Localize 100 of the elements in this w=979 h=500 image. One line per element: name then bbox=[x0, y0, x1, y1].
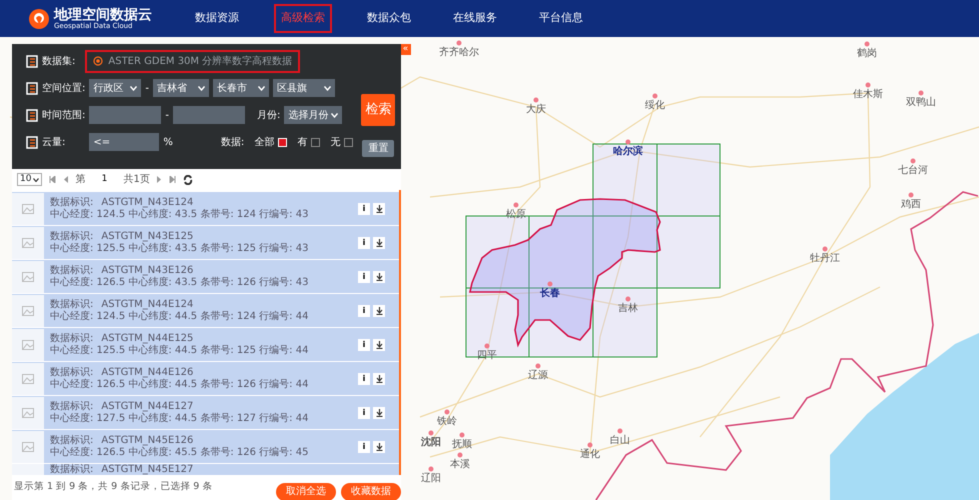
city-marker-icon bbox=[918, 90, 924, 96]
page-label: 第 bbox=[75, 173, 86, 188]
download-button[interactable] bbox=[373, 202, 385, 215]
id-label: 数据标识: bbox=[50, 196, 94, 208]
next-page-icon[interactable] bbox=[156, 176, 162, 184]
download-icon bbox=[376, 272, 382, 281]
download-button[interactable] bbox=[373, 440, 385, 453]
result-row[interactable]: 数据标识: ASTGTM_N44E126 中心经度: 126.5 中心纬度: 44.5 条带号: 126 行编号: 44 i bbox=[12, 362, 399, 396]
end-date-field[interactable] bbox=[172, 106, 245, 124]
calendar-icon bbox=[26, 108, 38, 122]
data-details: 中心经度: 126.5 中心纬度: 43.5 条带号: 126 行编号: 43 bbox=[50, 276, 310, 289]
city-label: 白山 bbox=[610, 435, 630, 446]
data-id: ASTGTM_N44E126 bbox=[101, 366, 194, 378]
image-icon bbox=[22, 306, 34, 316]
separator-text: - bbox=[165, 108, 169, 122]
data-details: 中心经度: 127.5 中心纬度: 44.5 条带号: 127 行编号: 44 bbox=[50, 412, 310, 425]
info-button[interactable]: i bbox=[358, 372, 370, 385]
nav-link[interactable]: 平台信息 bbox=[532, 4, 590, 33]
city-marker-icon bbox=[588, 442, 592, 448]
city-label: 辽源 bbox=[528, 370, 548, 381]
download-button[interactable] bbox=[373, 338, 385, 351]
id-label: 数据标识: bbox=[50, 400, 94, 412]
result-row[interactable]: 数据标识: ASTGTM_N44E124 中心经度: 124.5 中心纬度: 44.5 条带号: 124 行编号: 44 i bbox=[12, 294, 399, 328]
checkbox[interactable] bbox=[311, 138, 320, 146]
data-id: ASTGTM_N44E125 bbox=[101, 332, 194, 344]
radio-icon bbox=[93, 56, 104, 66]
city-label: 佳木斯 bbox=[853, 89, 883, 100]
data-id: ASTGTM_N44E124 bbox=[101, 298, 194, 310]
city-marker-icon bbox=[822, 246, 828, 252]
select-field[interactable]: 选择月份 bbox=[284, 106, 342, 124]
info-button[interactable]: i bbox=[358, 338, 370, 351]
nav-link[interactable]: 高级检索 bbox=[274, 4, 332, 33]
result-row[interactable]: 数据标识: ASTGTM_N45E126 中心经度: 126.5 中心纬度: 45.5 条带号: 126 行编号: 45 i bbox=[12, 430, 399, 464]
caret-icon bbox=[258, 86, 265, 90]
field-label: 云量: bbox=[42, 136, 66, 150]
result-row[interactable]: 数据标识: ASTGTM_N44E127 中心经度: 127.5 中心纬度: 44.5 条带号: 127 行编号: 44 i bbox=[12, 396, 399, 430]
download-button[interactable] bbox=[373, 270, 385, 283]
info-button[interactable]: i bbox=[358, 236, 370, 249]
select-field[interactable]: 行政区 bbox=[89, 79, 142, 97]
field-label: 数据集: bbox=[42, 54, 76, 68]
info-button[interactable]: i bbox=[358, 440, 370, 453]
select-field[interactable]: 长春市 bbox=[212, 79, 269, 97]
city-label: 沈阳 bbox=[421, 437, 441, 448]
nav-link[interactable]: 在线服务 bbox=[446, 4, 504, 33]
id-label: 数据标识: bbox=[50, 230, 94, 242]
download-icon bbox=[376, 408, 382, 417]
download-button[interactable] bbox=[373, 406, 385, 419]
city-marker-icon bbox=[910, 158, 916, 164]
image-icon bbox=[22, 204, 34, 214]
data-details: 中心经度: 125.5 中心纬度: 43.5 条带号: 125 行编号: 43 bbox=[50, 242, 310, 255]
city-label: 牡丹江 bbox=[810, 253, 840, 264]
info-button[interactable]: i bbox=[358, 202, 370, 215]
download-button[interactable] bbox=[373, 372, 385, 385]
id-label: 数据标识: bbox=[50, 434, 94, 446]
result-row[interactable]: 数据标识: ASTGTM_N43E124 中心经度: 124.5 中心纬度: 43.5 条带号: 124 行编号: 43 i bbox=[12, 192, 399, 226]
info-button[interactable]: i bbox=[358, 406, 370, 419]
checkbox[interactable] bbox=[344, 138, 354, 146]
data-id: ASTGTM_N43E124 bbox=[101, 196, 194, 208]
image-icon bbox=[22, 340, 34, 350]
city-marker-icon bbox=[484, 344, 490, 348]
result-row[interactable]: 数据标识: ASTGTM_N44E125 中心经度: 125.5 中心纬度: 44.5 条带号: 125 行编号: 44 i bbox=[12, 328, 399, 362]
data-id: ASTGTM_N43E126 bbox=[101, 264, 194, 276]
caret-icon bbox=[324, 86, 331, 90]
download-icon bbox=[376, 306, 382, 315]
nav-link[interactable]: 数据众包 bbox=[360, 4, 418, 33]
select-field[interactable]: 吉林省 bbox=[152, 79, 209, 97]
first-page-icon[interactable] bbox=[49, 176, 56, 184]
result-row[interactable]: 数据标识: ASTGTM_N43E126 中心经度: 126.5 中心纬度: 43.5 条带号: 126 行编号: 43 i bbox=[12, 260, 399, 294]
nav-link[interactable]: 数据资源 bbox=[188, 4, 246, 33]
info-button[interactable]: i bbox=[358, 270, 370, 283]
city-label: 绥化 bbox=[645, 100, 665, 111]
result-row[interactable]: 数据标识: ASTGTM_N45E127 bbox=[12, 464, 399, 475]
download-icon bbox=[376, 204, 382, 213]
city-marker-icon bbox=[548, 282, 552, 286]
image-icon bbox=[22, 408, 34, 418]
summary-text: 显示第 1 到 9 条，共 9 条记录，已选择 9 条 bbox=[14, 480, 214, 494]
option-label: 全部 bbox=[254, 136, 274, 150]
location-icon bbox=[26, 82, 38, 94]
city-label: 鹤岗 bbox=[857, 48, 877, 59]
previous-page-icon[interactable] bbox=[63, 176, 68, 184]
download-button[interactable] bbox=[373, 236, 385, 249]
reset-button[interactable]: 重置 bbox=[362, 140, 394, 157]
city-label: 本溪 bbox=[450, 459, 470, 470]
download-button[interactable] bbox=[373, 304, 385, 317]
image-icon bbox=[22, 272, 34, 282]
dataset-selector[interactable]: ASTER GDEM 30M 分辨率数字高程数据 bbox=[85, 50, 300, 72]
city-marker-icon bbox=[626, 140, 630, 144]
start-date-field[interactable] bbox=[89, 106, 162, 124]
city-marker-icon bbox=[618, 428, 622, 434]
cloud-field[interactable]: <= bbox=[89, 133, 160, 151]
id-label: 数据标识: bbox=[50, 332, 94, 344]
last-page-icon[interactable] bbox=[168, 176, 176, 184]
page-size-select[interactable]: 10 bbox=[17, 173, 42, 186]
city-marker-icon bbox=[626, 296, 630, 302]
result-row[interactable]: 数据标识: ASTGTM_N43E125 中心经度: 125.5 中心纬度: 43.5 条带号: 125 行编号: 43 i bbox=[12, 226, 399, 260]
select-field[interactable]: 区县旗 bbox=[272, 79, 335, 97]
refresh-icon[interactable] bbox=[182, 174, 193, 185]
cloud-icon bbox=[26, 136, 38, 148]
city-label: 七台河 bbox=[898, 165, 928, 176]
info-button[interactable]: i bbox=[358, 304, 370, 317]
